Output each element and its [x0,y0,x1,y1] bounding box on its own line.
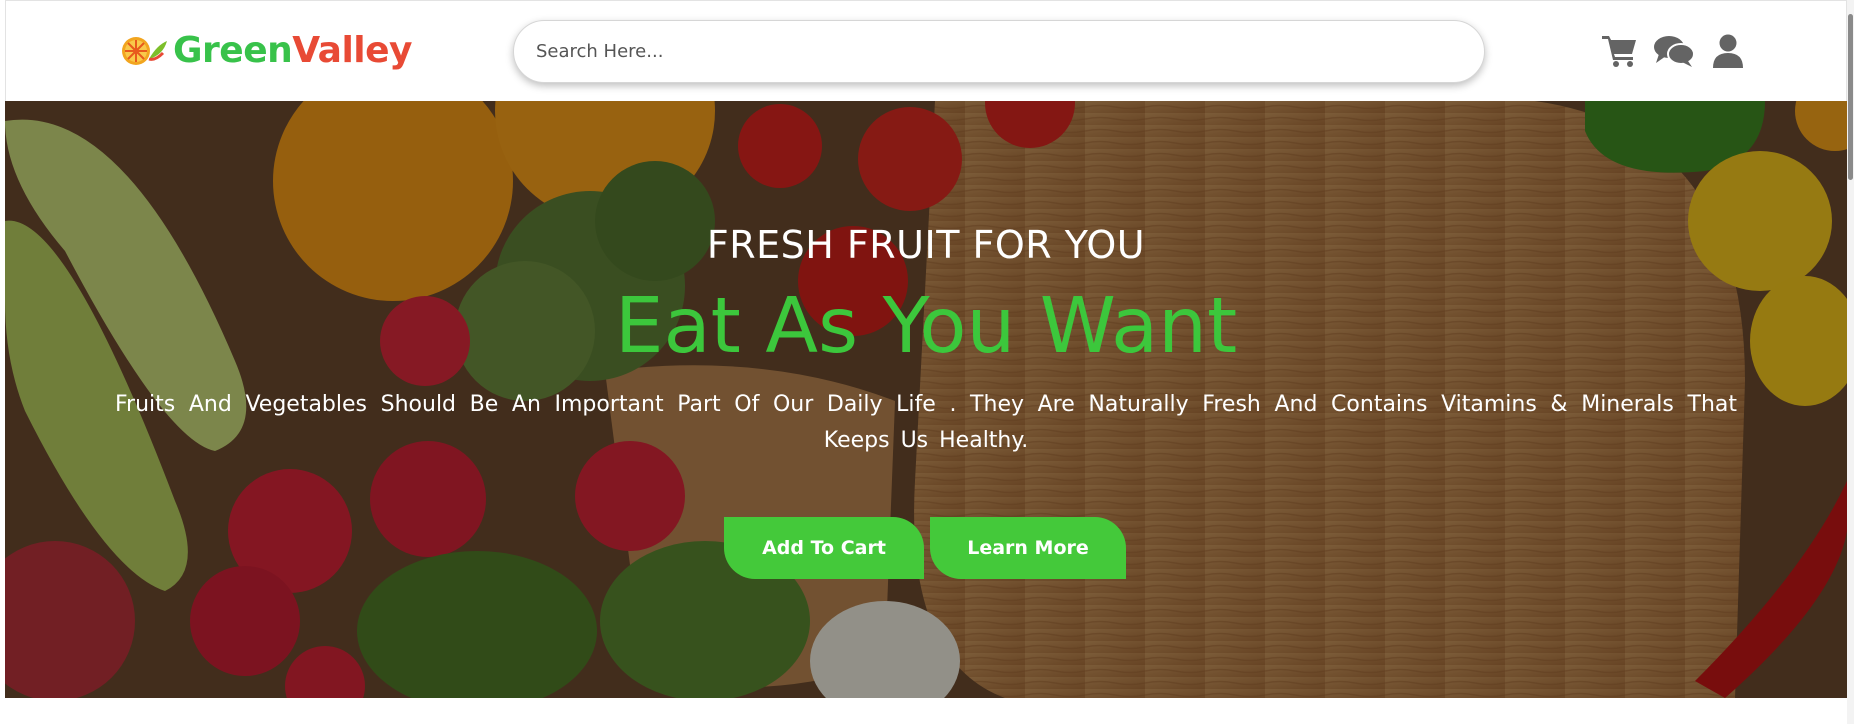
search-input[interactable] [534,40,1484,63]
chat-icon[interactable] [1654,31,1694,71]
brand-logo[interactable]: GreenValley [119,23,413,79]
hero-kicker: FRESH FRUIT FOR YOU [706,223,1146,267]
page-scrollbar[interactable] [1847,0,1854,724]
page: GreenValley Search Here... FRESH FRUIT F… [0,0,1854,724]
hero-banner: FRESH FRUIT FOR YOU Eat As You Want Frui… [5,101,1847,698]
hero-title: Eat As You Want [614,282,1238,371]
site-header: GreenValley [5,0,1847,101]
add-to-cart-button[interactable]: Add To Cart [724,517,924,579]
cart-icon[interactable] [1600,31,1640,71]
brand-name: GreenValley [173,30,413,71]
scrollbar-thumb[interactable] [1848,14,1853,180]
header-actions [1600,31,1762,71]
user-icon[interactable] [1708,31,1748,71]
fruit-slices-icon [122,37,167,65]
hero-description: Fruits And Vegetables Should Be An Impor… [115,392,1737,453]
learn-more-button[interactable]: Learn More [930,517,1126,579]
brand-name-green: Green [173,30,293,71]
hero-buttons: Add To Cart Learn More [724,517,1126,579]
search-bar [513,20,1485,83]
brand-name-red: Valley [292,30,413,71]
